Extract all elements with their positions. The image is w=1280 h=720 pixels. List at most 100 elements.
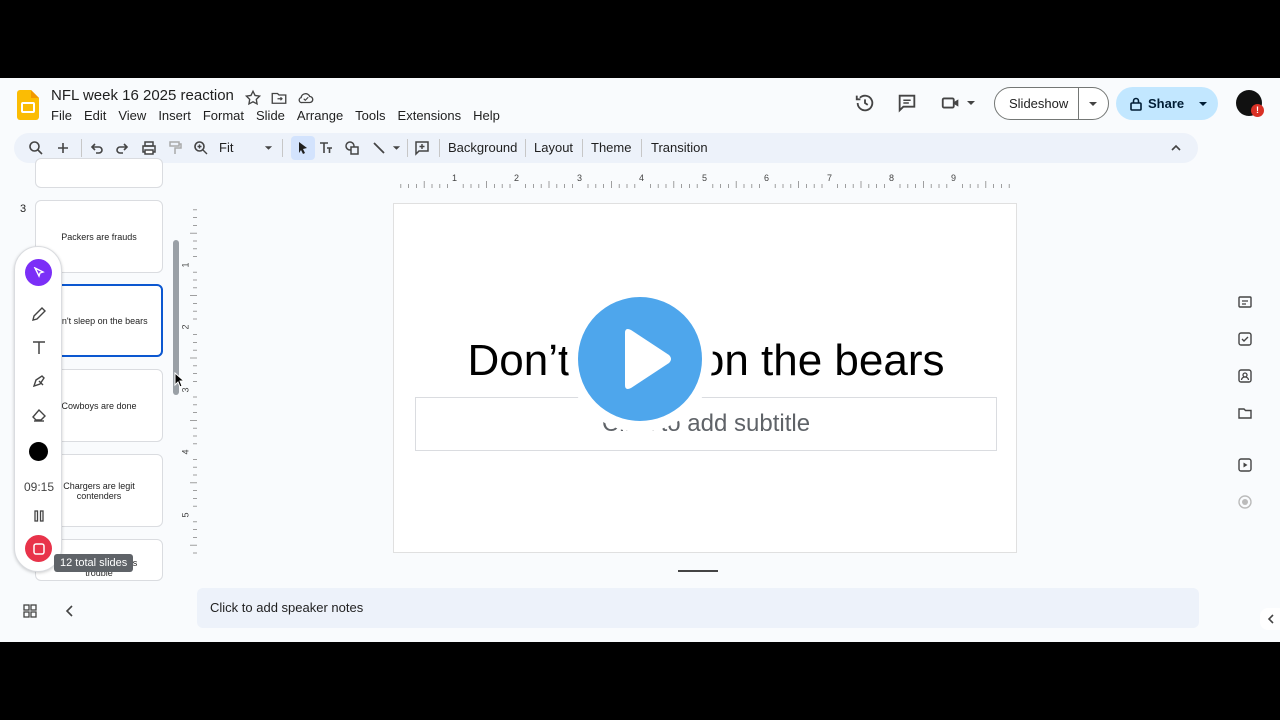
highlighter-icon[interactable] <box>30 372 48 390</box>
theme-button[interactable]: Theme <box>591 140 631 155</box>
cursor-tool-button[interactable] <box>25 259 52 286</box>
toolbar-divider <box>407 139 408 157</box>
color-picker-swatch[interactable] <box>29 442 48 461</box>
contacts-icon[interactable] <box>1237 368 1253 384</box>
ruler-label: 4 <box>639 173 645 183</box>
undo-icon[interactable] <box>89 140 105 156</box>
recording-timer: 09:15 <box>23 480 55 494</box>
new-slide-icon[interactable] <box>55 140 71 156</box>
collapse-toolbar-icon[interactable] <box>1168 140 1184 156</box>
grid-view-icon[interactable] <box>22 603 38 619</box>
side-panel-toggle[interactable] <box>1260 608 1280 630</box>
ruler-label: 2 <box>180 324 191 330</box>
keep-notes-icon[interactable] <box>1237 294 1253 310</box>
toolbar-divider <box>282 139 283 157</box>
slide-count-tooltip: 12 total slides <box>54 554 134 572</box>
ruler-label: 6 <box>764 173 770 183</box>
comments-icon[interactable] <box>896 92 918 114</box>
slide-number: 3 <box>20 203 27 215</box>
meet-video-icon[interactable] <box>940 92 962 114</box>
menu-view[interactable]: View <box>118 108 154 123</box>
chevron-down-icon[interactable] <box>264 145 273 151</box>
ruler-label: 2 <box>514 173 520 183</box>
transition-button[interactable]: Transition <box>651 140 708 155</box>
layout-button[interactable]: Layout <box>534 140 573 155</box>
print-icon[interactable] <box>141 140 157 156</box>
notes-resize-handle[interactable] <box>678 570 718 572</box>
menu-help[interactable]: Help <box>473 108 508 123</box>
menu-bar: File Edit View Insert Format Slide Arran… <box>51 108 512 123</box>
slideshow-label: Slideshow <box>1009 96 1069 111</box>
menu-file[interactable]: File <box>51 108 80 123</box>
play-video-icon[interactable] <box>1237 457 1253 473</box>
share-button[interactable]: Share <box>1116 87 1218 120</box>
move-folder-icon[interactable] <box>270 89 288 107</box>
ruler-label: 1 <box>452 173 458 183</box>
pause-icon[interactable] <box>30 507 48 525</box>
tasks-icon[interactable] <box>1237 331 1253 347</box>
video-play-button[interactable] <box>567 286 713 432</box>
menu-arrange[interactable]: Arrange <box>297 108 351 123</box>
star-icon[interactable] <box>244 89 262 107</box>
share-label: Share <box>1148 96 1185 111</box>
slideshow-button[interactable]: Slideshow <box>994 87 1109 120</box>
speaker-notes[interactable]: Click to add speaker notes <box>197 588 1199 628</box>
ruler-label: 9 <box>951 173 957 183</box>
menu-edit[interactable]: Edit <box>84 108 114 123</box>
ruler-label: 4 <box>180 449 191 455</box>
main-toolbar: Fit Background Layout Theme Transition <box>14 133 1198 163</box>
menu-format[interactable]: Format <box>203 108 252 123</box>
chevron-down-icon[interactable] <box>1198 101 1208 107</box>
document-title[interactable]: NFL week 16 2025 reaction <box>51 87 234 104</box>
screen-annotation-panel: 09:15 <box>14 246 62 572</box>
record-icon[interactable] <box>1237 494 1253 510</box>
slides-logo-icon[interactable] <box>17 90 39 120</box>
stop-recording-button[interactable] <box>25 535 52 562</box>
toolbar-divider <box>439 139 440 157</box>
text-box-icon[interactable] <box>318 140 334 156</box>
search-menus-icon[interactable] <box>28 140 44 156</box>
slides-app: NFL week 16 2025 reaction File Edit View… <box>0 78 1280 642</box>
background-button[interactable]: Background <box>448 140 517 155</box>
menu-tools[interactable]: Tools <box>355 108 393 123</box>
ruler-label: 3 <box>180 387 191 393</box>
line-icon[interactable] <box>371 140 387 156</box>
menu-extensions[interactable]: Extensions <box>398 108 470 123</box>
chevron-left-icon <box>1267 614 1274 624</box>
text-tool-icon[interactable] <box>30 339 48 357</box>
ruler-label: 7 <box>827 173 833 183</box>
toolbar-divider <box>641 139 642 157</box>
select-cursor-icon[interactable] <box>295 140 311 156</box>
notification-badge: ! <box>1251 104 1264 117</box>
toolbar-divider <box>525 139 526 157</box>
redo-icon[interactable] <box>114 140 130 156</box>
horizontal-ruler-labels: 1 2 3 4 5 6 7 8 9 <box>393 173 1017 188</box>
stop-square-icon <box>32 542 45 555</box>
cloud-saved-icon[interactable] <box>297 89 315 107</box>
chevron-down-icon[interactable] <box>392 145 401 151</box>
ruler-label: 5 <box>180 512 191 518</box>
chevron-down-icon <box>1089 101 1098 106</box>
play-circle <box>578 297 702 421</box>
zoom-select[interactable]: Fit <box>219 140 233 155</box>
zoom-icon[interactable] <box>193 140 209 156</box>
menu-slide[interactable]: Slide <box>256 108 293 123</box>
collapse-filmstrip-icon[interactable] <box>62 603 78 619</box>
slideshow-dropdown[interactable] <box>1079 101 1108 107</box>
eraser-icon[interactable] <box>30 405 48 423</box>
speaker-notes-placeholder: Click to add speaker notes <box>210 600 364 615</box>
add-comment-icon[interactable] <box>414 140 430 156</box>
toolbar-divider <box>81 139 82 157</box>
folder-icon[interactable] <box>1237 405 1253 421</box>
paint-format-icon[interactable] <box>167 140 183 156</box>
pencil-icon[interactable] <box>30 305 48 323</box>
play-icon <box>625 329 671 389</box>
ruler-label: 8 <box>889 173 895 183</box>
menu-insert[interactable]: Insert <box>158 108 199 123</box>
version-history-icon[interactable] <box>854 92 876 114</box>
shape-icon[interactable] <box>344 140 360 156</box>
slide-thumbnail-2[interactable] <box>35 158 163 188</box>
chevron-down-icon[interactable] <box>966 100 976 106</box>
subtitle-placeholder-box[interactable]: Click to add subtitle <box>415 397 997 451</box>
lock-icon <box>1130 97 1142 111</box>
